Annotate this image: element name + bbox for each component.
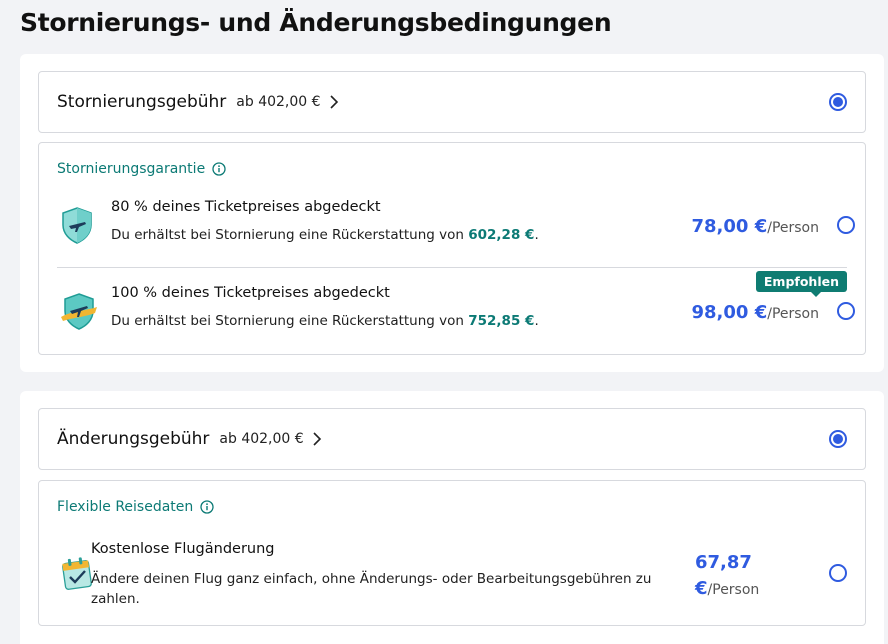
change-fee-option[interactable]: Änderungsgebühr ab 402,00 €: [38, 408, 866, 470]
guarantee-option-80[interactable]: 80 % deines Ticketpreises abgedeckt Du e…: [57, 181, 865, 267]
guarantee-80-description: Du erhältst bei Stornierung eine Rückers…: [111, 227, 539, 243]
cancellation-fee-title: Stornierungsgebühr: [57, 92, 227, 112]
guarantee-80-radio[interactable]: [837, 216, 855, 234]
free-change-radio[interactable]: [829, 564, 847, 582]
shield-plane-icon: [59, 205, 95, 245]
cancellation-guarantee-label: Stornierungsgarantie: [57, 161, 206, 177]
page-title: Stornierungs- und Änderungsbedingungen: [20, 8, 612, 37]
flexible-dates-heading: Flexible Reisedaten: [57, 499, 214, 515]
flexible-dates-label: Flexible Reisedaten: [57, 499, 194, 515]
chevron-right-icon[interactable]: [312, 432, 322, 446]
cancellation-guarantee-panel: Stornierungsgarantie 80 % deines Ticketp…: [38, 142, 866, 355]
chevron-right-icon[interactable]: [329, 95, 339, 109]
cancellation-fee-radio[interactable]: [829, 93, 847, 111]
info-icon[interactable]: [200, 500, 214, 514]
guarantee-80-price: 78,00 €/Person: [691, 216, 820, 237]
guarantee-100-title: 100 % deines Ticketpreises abgedeckt: [111, 285, 390, 301]
free-change-price: 67,87 €/Person: [695, 552, 760, 599]
cancellation-guarantee-heading: Stornierungsgarantie: [57, 161, 226, 177]
calendar-check-icon: [59, 555, 95, 595]
change-section: Änderungsgebühr ab 402,00 € Flexible Rei…: [20, 391, 884, 644]
shield-plane-gold-icon: [59, 291, 97, 331]
change-fee-title: Änderungsgebühr: [57, 429, 210, 449]
change-fee-radio[interactable]: [829, 430, 847, 448]
free-change-title: Kostenlose Flugänderung: [91, 541, 275, 557]
flexible-dates-panel: Flexible Reisedaten Kostenlose Flugänder…: [38, 480, 866, 626]
cancellation-fee-option[interactable]: Stornierungsgebühr ab 402,00 €: [38, 71, 866, 133]
cancellation-section: Stornierungsgebühr ab 402,00 € Stornieru…: [20, 54, 884, 372]
info-icon[interactable]: [212, 162, 226, 176]
guarantee-100-radio[interactable]: [837, 302, 855, 320]
cancellation-fee-from-price: ab 402,00 €: [236, 94, 321, 110]
guarantee-100-refund: 752,85 €: [468, 313, 535, 329]
change-fee-from-price: ab 402,00 €: [219, 431, 304, 447]
guarantee-100-description: Du erhältst bei Stornierung eine Rückers…: [111, 313, 539, 329]
guarantee-100-price: 98,00 €/Person: [691, 302, 820, 323]
guarantee-80-title: 80 % deines Ticketpreises abgedeckt: [111, 199, 381, 215]
guarantee-option-100[interactable]: 100 % deines Ticketpreises abgedeckt Du …: [57, 267, 865, 353]
free-change-description: Ändere deinen Flug ganz einfach, ohne Än…: [91, 571, 652, 607]
guarantee-80-refund: 602,28 €: [468, 227, 535, 243]
